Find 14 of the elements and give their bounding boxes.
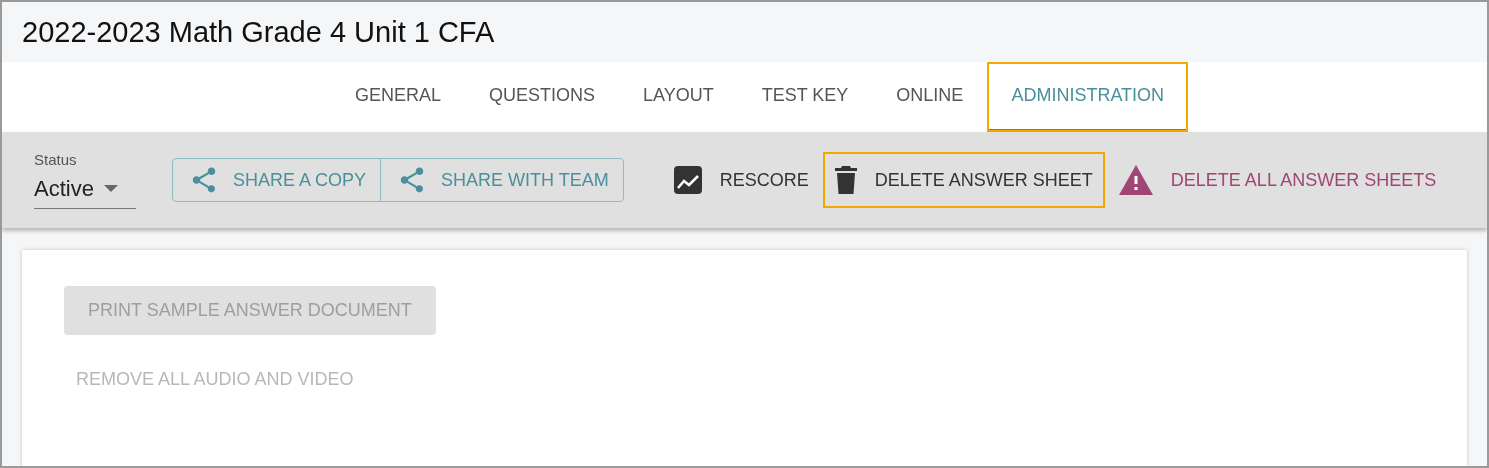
tab[interactable]: QUESTIONS bbox=[464, 62, 619, 132]
status-dropdown[interactable]: Status Active bbox=[34, 151, 136, 209]
action-button[interactable]: DELETE ALL ANSWER SHEETS bbox=[1106, 151, 1449, 209]
action-button[interactable]: DELETE ANSWER SHEET bbox=[822, 152, 1105, 208]
tab[interactable]: GENERAL bbox=[330, 62, 465, 132]
page-title: 2022-2023 Math Grade 4 Unit 1 CFA bbox=[22, 15, 495, 49]
warning-icon bbox=[1118, 165, 1153, 195]
caret-icon bbox=[103, 185, 118, 193]
tab[interactable]: LAYOUT bbox=[618, 62, 738, 132]
tab[interactable]: TEST KEY bbox=[737, 62, 873, 132]
tab[interactable]: ONLINE bbox=[872, 62, 988, 132]
trash-icon bbox=[834, 166, 857, 194]
action-button[interactable]: RESCORE bbox=[661, 152, 821, 208]
chart-icon bbox=[673, 166, 702, 194]
